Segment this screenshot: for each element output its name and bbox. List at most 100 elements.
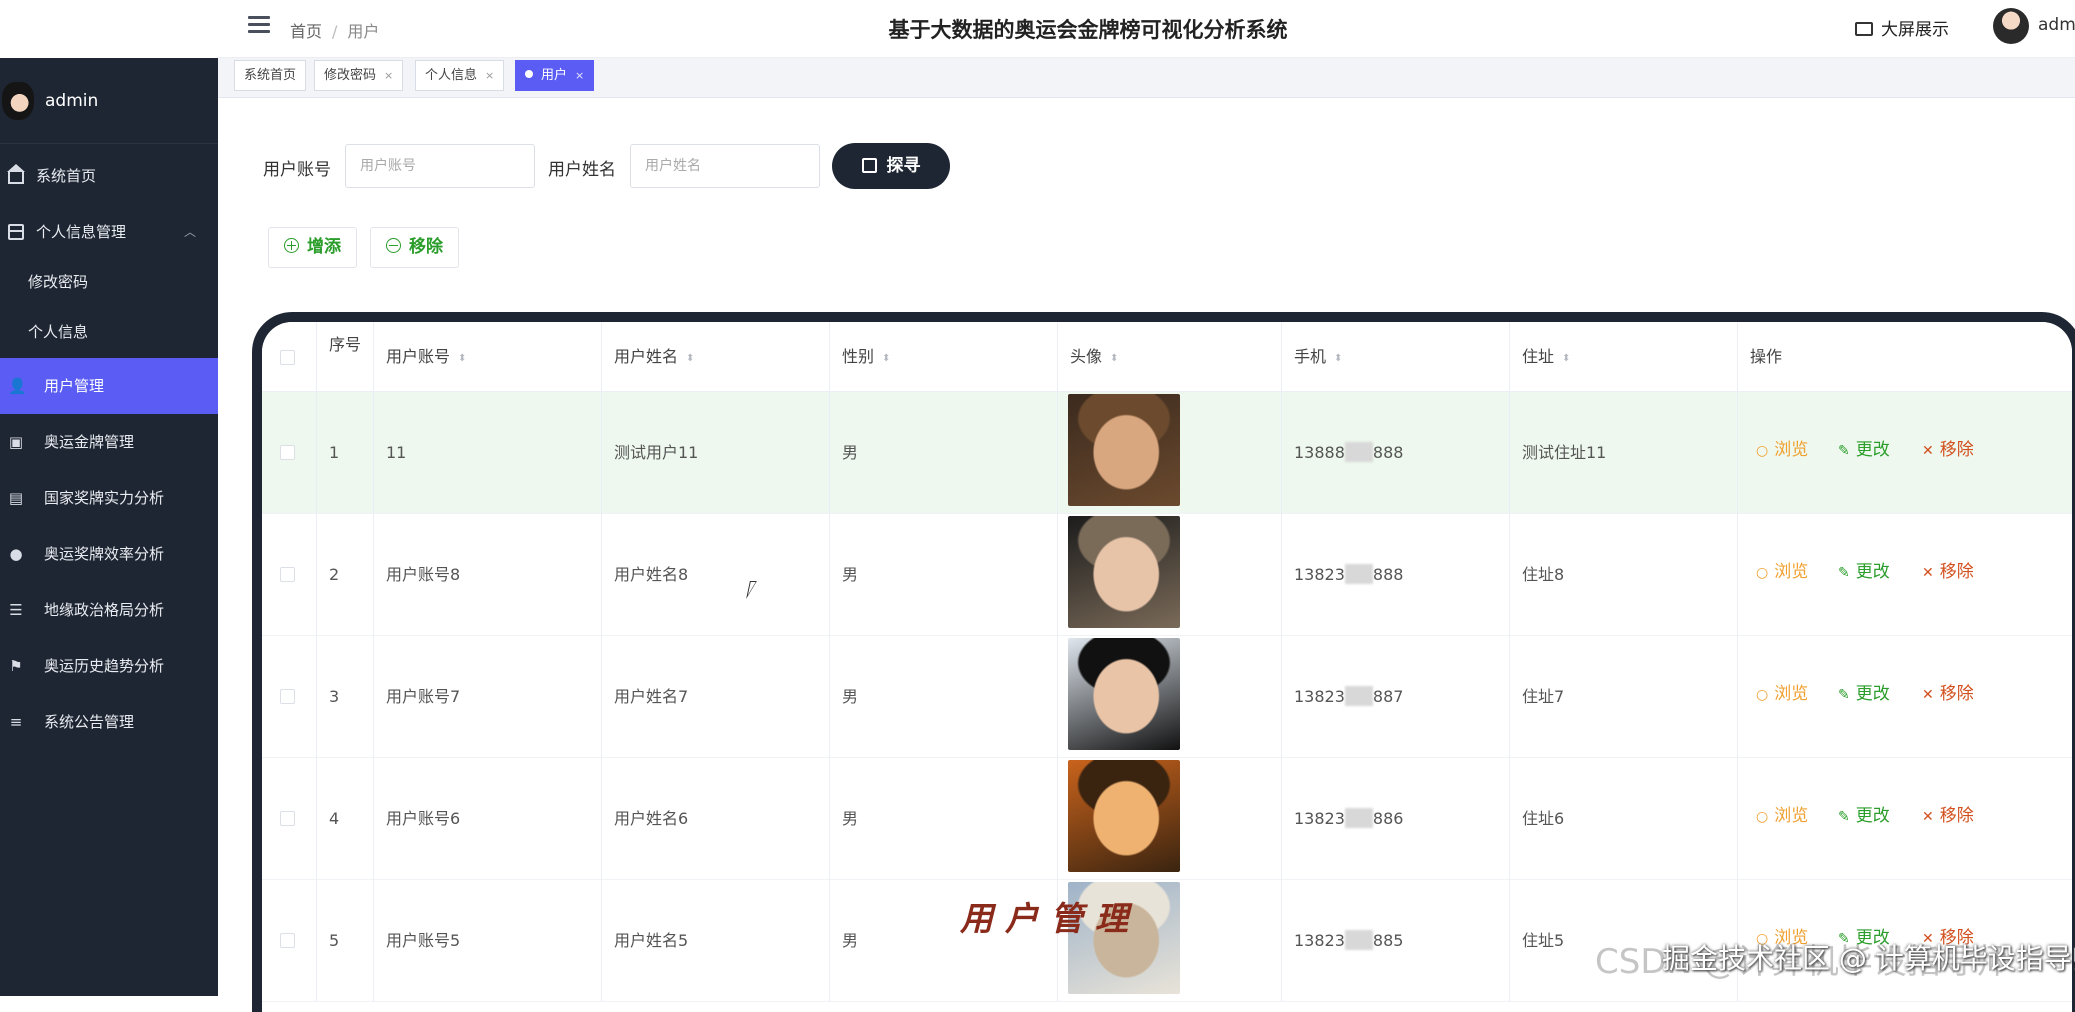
delete-button[interactable]: ✕ 移除	[1922, 514, 1974, 631]
user-photo[interactable]	[1068, 516, 1180, 628]
close-icon: ✕	[1922, 565, 1934, 581]
cell-seq: 4	[317, 758, 374, 880]
cell-actions: ○ 浏览 ✎ 更改 ✕ 移除	[1738, 514, 2072, 636]
sidebar-item-change-password[interactable]: 修改密码	[0, 254, 218, 310]
select-all-checkbox[interactable]	[280, 350, 295, 365]
col-phone[interactable]: 手机 ⬍	[1282, 322, 1510, 392]
clipboard-icon: ▣	[8, 433, 24, 451]
close-icon: ✕	[1922, 443, 1934, 459]
view-button[interactable]: ○ 浏览	[1756, 758, 1808, 875]
tab-personal-info[interactable]: 个人信息 ×	[415, 60, 505, 91]
sliders-icon: ☰	[9, 601, 23, 619]
user-photo[interactable]	[1068, 760, 1180, 872]
sidebar-item-geopolitics[interactable]: ☰ 地缘政治格局分析	[0, 582, 218, 638]
edit-icon: ✎	[1838, 687, 1850, 703]
user-icon: 👤	[8, 377, 27, 395]
sidebar-item-history-trend[interactable]: ⚑ 奥运历史趋势分析	[0, 638, 218, 694]
cell-seq: 1	[317, 392, 374, 514]
cell-phone: 13823 888	[1282, 514, 1510, 636]
col-address[interactable]: 住址 ⬍	[1510, 322, 1738, 392]
sidebar-item-home[interactable]: 系统首页	[0, 148, 218, 204]
edit-button[interactable]: ✎ 更改	[1838, 758, 1890, 875]
search-icon	[861, 158, 877, 173]
edit-button[interactable]: ✎ 更改	[1838, 636, 1890, 753]
sort-icon[interactable]: ⬍	[686, 353, 694, 364]
table-row[interactable]: 2 用户账号8 用户姓名8 男 13823 888 住址8 ○ 浏览 ✎ 更改 ✕ 移除	[262, 514, 2072, 636]
name-search-input[interactable]: 用户姓名	[630, 144, 820, 188]
watermark-front: 掘金技术社区 @ 计算机毕设指导师	[1662, 942, 2075, 975]
sidebar-item-personal-info[interactable]: 个人信息	[0, 304, 218, 360]
search-icon: ○	[1756, 443, 1769, 459]
sort-icon[interactable]: ⬍	[882, 353, 890, 364]
user-photo[interactable]	[1068, 638, 1180, 750]
tab-change-password[interactable]: 修改密码 ×	[314, 60, 404, 91]
table-row[interactable]: 1 11 测试用户11 男 13888 888 测试住址11 ○ 浏览 ✎ 更改 ✕ 移除	[262, 392, 2072, 514]
search-button[interactable]: 探寻	[832, 143, 950, 189]
sort-icon[interactable]: ⬍	[1110, 353, 1118, 364]
close-icon[interactable]: ×	[485, 69, 494, 82]
sidebar-item-announcements[interactable]: ≡ 系统公告管理	[0, 694, 218, 750]
row-checkbox[interactable]	[280, 811, 295, 826]
col-account[interactable]: 用户账号 ⬍	[374, 322, 602, 392]
edit-button[interactable]: ✎ 更改	[1838, 514, 1890, 631]
chevron-up-icon: ︿	[183, 225, 196, 239]
cell-avatar	[1058, 758, 1282, 880]
cell-phone: 13888 888	[1282, 392, 1510, 514]
user-table: 序号 用户账号 ⬍ 用户姓名 ⬍ 性别 ⬍ 头像 ⬍ 手机 ⬍ 住址 ⬍ 操作 1 11 测试用…	[252, 312, 2075, 1012]
sidebar-item-personal-info-mgmt[interactable]: 个人信息管理 ︿	[0, 204, 218, 260]
user-photo[interactable]	[1068, 394, 1180, 506]
close-icon: ✕	[1922, 687, 1934, 703]
cell-avatar	[1058, 514, 1282, 636]
edit-icon: ✎	[1838, 443, 1850, 459]
close-icon[interactable]: ×	[384, 69, 393, 82]
col-gender[interactable]: 性别 ⬍	[830, 322, 1058, 392]
table-row[interactable]: 3 用户账号7 用户姓名7 男 13823 887 住址7 ○ 浏览 ✎ 更改 ✕ 移除	[262, 636, 2072, 758]
sidebar-item-national-strength[interactable]: ▤ 国家奖牌实力分析	[0, 470, 218, 526]
tab-users[interactable]: 用户 ×	[515, 60, 595, 91]
add-button[interactable]: 增添	[268, 227, 357, 268]
cell-actions: ○ 浏览 ✎ 更改 ✕ 移除	[1738, 758, 2072, 880]
header-user-name[interactable]: adm	[2038, 15, 2075, 35]
table-row[interactable]: 4 用户账号6 用户姓名6 男 13823 886 住址6 ○ 浏览 ✎ 更改 ✕ 移除	[262, 758, 2072, 880]
row-checkbox[interactable]	[280, 445, 295, 460]
col-actions: 操作	[1750, 347, 1783, 366]
sidebar-item-user-mgmt[interactable]: 👤 用户管理	[0, 358, 218, 414]
cell-name: 用户姓名7	[602, 636, 830, 758]
sort-icon[interactable]: ⬍	[1334, 353, 1342, 364]
sort-icon[interactable]: ⬍	[458, 353, 466, 364]
redacted-block	[1344, 564, 1373, 584]
row-checkbox[interactable]	[280, 933, 295, 948]
list-icon: ≡	[9, 713, 23, 731]
cell-gender: 男	[830, 392, 1058, 514]
cell-account: 用户账号7	[374, 636, 602, 758]
delete-button[interactable]: ✕ 移除	[1922, 392, 1974, 509]
row-checkbox[interactable]	[280, 689, 295, 704]
view-button[interactable]: ○ 浏览	[1756, 514, 1808, 631]
cell-address: 住址8	[1510, 514, 1738, 636]
edit-icon: ✎	[1838, 809, 1850, 825]
big-screen-button[interactable]: 大屏展示	[1855, 15, 1949, 40]
avatar[interactable]	[1993, 8, 2029, 44]
edit-button[interactable]: ✎ 更改	[1838, 392, 1890, 509]
col-name[interactable]: 用户姓名 ⬍	[602, 322, 830, 392]
sidebar-item-efficiency[interactable]: ● 奥运奖牌效率分析	[0, 526, 218, 582]
row-checkbox[interactable]	[280, 567, 295, 582]
name-label: 用户姓名	[548, 160, 616, 180]
top-header: 首页 / 用户 基于大数据的奥运会金牌榜可视化分析系统 大屏展示 adm	[218, 0, 2075, 58]
cell-avatar	[1058, 636, 1282, 758]
remove-button[interactable]: 移除	[370, 227, 459, 268]
close-icon[interactable]: ×	[575, 69, 584, 82]
tab-home[interactable]: 系统首页	[234, 60, 307, 91]
view-button[interactable]: ○ 浏览	[1756, 392, 1808, 509]
sort-icon[interactable]: ⬍	[1562, 353, 1570, 364]
view-button[interactable]: ○ 浏览	[1756, 636, 1808, 753]
sidebar: admin 系统首页 个人信息管理 ︿ 修改密码 个人信息 👤 用户管理 ▣ 奥运金牌…	[0, 58, 218, 996]
account-search-input[interactable]: 用户账号	[345, 144, 535, 188]
col-avatar[interactable]: 头像 ⬍	[1058, 322, 1282, 392]
delete-button[interactable]: ✕ 移除	[1922, 636, 1974, 753]
sidebar-user: admin	[0, 58, 218, 144]
redacted-block	[1344, 808, 1373, 828]
delete-button[interactable]: ✕ 移除	[1922, 758, 1974, 875]
sidebar-item-gold-mgmt[interactable]: ▣ 奥运金牌管理	[0, 414, 218, 470]
cell-name: 测试用户11	[602, 392, 830, 514]
